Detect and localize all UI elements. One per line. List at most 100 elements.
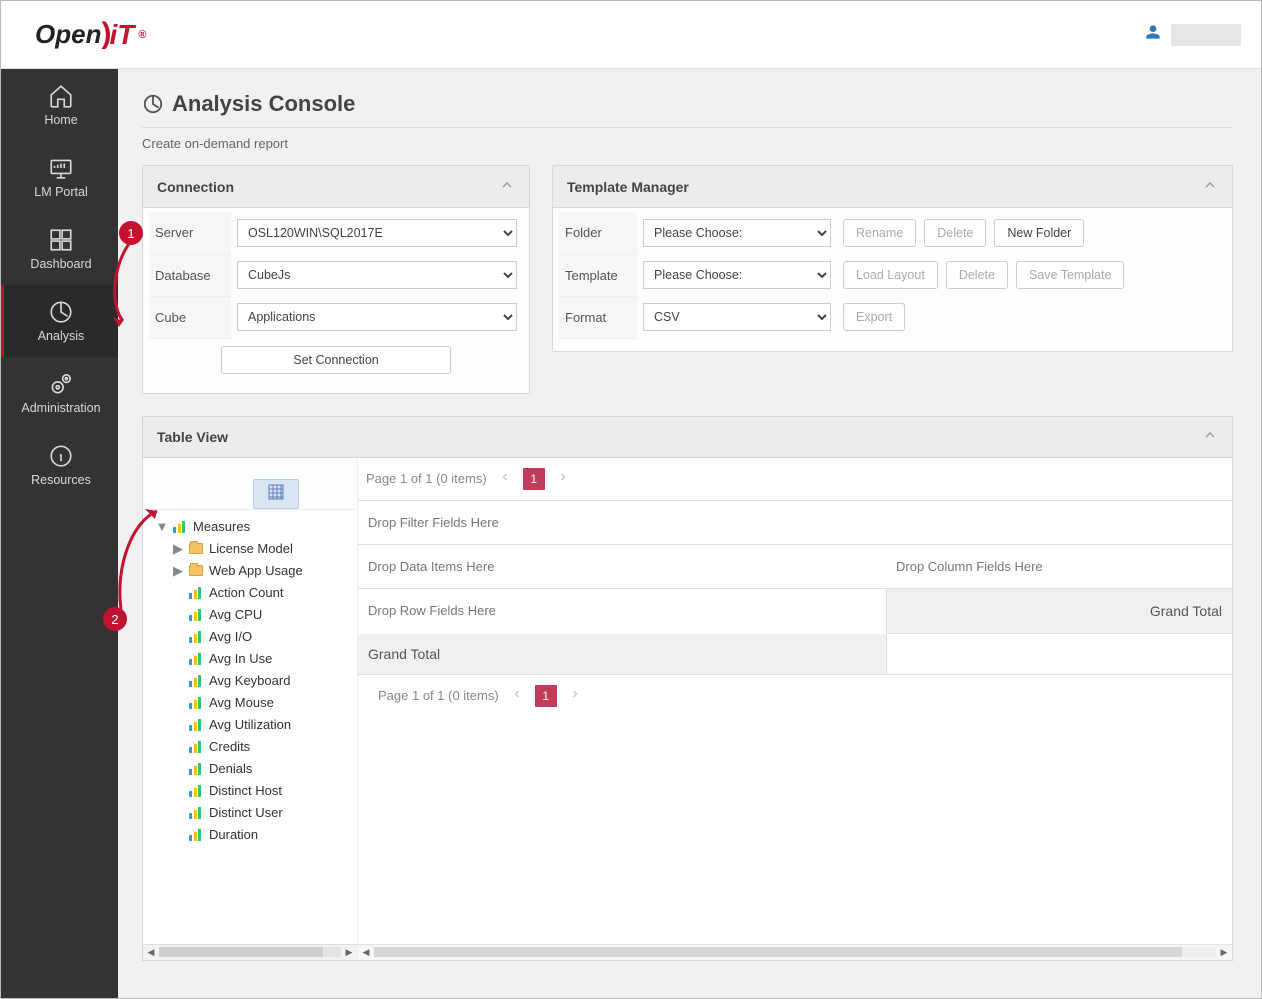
logo-open-text: Open: [35, 19, 101, 50]
template-delete-button[interactable]: Delete: [946, 261, 1008, 289]
info-icon: [48, 443, 74, 469]
save-template-button[interactable]: Save Template: [1016, 261, 1124, 289]
tree-leaf-credits[interactable]: Credits: [143, 736, 357, 758]
logo-arc-icon: ): [101, 17, 111, 51]
nav-lmportal[interactable]: LM Portal: [1, 141, 118, 213]
drop-row-zone[interactable]: Drop Row Fields Here: [358, 589, 886, 634]
template-select[interactable]: Please Choose:: [643, 261, 831, 289]
nav-home[interactable]: Home: [1, 69, 118, 141]
nav-analysis-label: Analysis: [38, 329, 85, 343]
template-label: Template: [559, 254, 637, 296]
expand-right-icon[interactable]: ▶: [173, 544, 183, 554]
tree-leaf-avg-cpu[interactable]: Avg CPU: [143, 604, 357, 626]
gear-icon: [48, 371, 74, 397]
format-select[interactable]: CSV: [643, 303, 831, 331]
tree-leaf-avg-io[interactable]: Avg I/O: [143, 626, 357, 648]
dashboard-icon: [48, 227, 74, 253]
monitor-icon: [48, 155, 74, 181]
page-subtitle: Create on-demand report: [142, 136, 1233, 151]
logo-it-text: iT: [109, 19, 134, 51]
pivot-horizontal-scrollbar[interactable]: ◀ ▶: [358, 944, 1232, 960]
analysis-title-icon: [142, 93, 164, 115]
pager-prev-icon[interactable]: [499, 471, 511, 486]
folder-select[interactable]: Please Choose:: [643, 219, 831, 247]
tree-leaf-avg-mouse[interactable]: Avg Mouse: [143, 692, 357, 714]
callout-badge-1: 1: [119, 221, 143, 245]
collapse-icon[interactable]: [1202, 427, 1218, 446]
user-icon[interactable]: [1145, 24, 1161, 45]
measure-icon: [189, 653, 203, 665]
template-manager-header: Template Manager: [567, 179, 689, 195]
nav-resources[interactable]: Resources: [1, 429, 118, 501]
folder-icon: [189, 565, 203, 576]
collapse-icon[interactable]: [1202, 177, 1218, 196]
scroll-left-icon[interactable]: ◀: [145, 946, 157, 958]
new-folder-button[interactable]: New Folder: [994, 219, 1084, 247]
format-label: Format: [559, 296, 637, 338]
drop-column-zone[interactable]: Drop Column Fields Here: [886, 545, 1232, 589]
pager-next-icon[interactable]: [569, 688, 581, 703]
server-select[interactable]: OSL120WIN\SQL2017E: [237, 219, 517, 247]
drop-data-zone[interactable]: Drop Data Items Here: [358, 545, 886, 589]
tree-leaf-avg-utilization[interactable]: Avg Utilization: [143, 714, 357, 736]
expand-right-icon[interactable]: ▶: [173, 566, 183, 576]
field-tree: ▼ Measures ▶ License Model ▶ Web: [143, 458, 358, 960]
measure-icon: [189, 697, 203, 709]
set-connection-button[interactable]: Set Connection: [221, 346, 451, 374]
nav-lmportal-label: LM Portal: [34, 185, 88, 199]
measure-icon: [189, 807, 203, 819]
scroll-right-icon[interactable]: ▶: [1218, 946, 1230, 958]
tree-horizontal-scrollbar[interactable]: ◀ ▶: [143, 944, 357, 960]
measure-icon: [189, 719, 203, 731]
pager-next-icon[interactable]: [557, 471, 569, 486]
folder-label: Folder: [559, 212, 637, 254]
pager-prev-icon[interactable]: [511, 688, 523, 703]
nav-administration[interactable]: Administration: [1, 357, 118, 429]
user-menu-placeholder[interactable]: [1171, 24, 1241, 46]
grid-icon: [268, 484, 284, 503]
export-button[interactable]: Export: [843, 303, 905, 331]
tree-leaf-duration[interactable]: Duration: [143, 824, 357, 846]
expand-down-icon[interactable]: ▼: [157, 522, 167, 532]
sidebar: Home LM Portal Dashboard Analysis Admini…: [1, 69, 118, 998]
cube-select[interactable]: Applications: [237, 303, 517, 331]
measure-icon: [189, 631, 203, 643]
cube-label: Cube: [149, 296, 231, 338]
tree-web-app-usage[interactable]: ▶ Web App Usage: [143, 560, 357, 582]
folder-icon: [189, 543, 203, 554]
measure-icon: [189, 829, 203, 841]
page-title: Analysis Console: [172, 91, 355, 117]
table-view-header: Table View: [157, 429, 228, 445]
pager-text-bottom: Page 1 of 1 (0 items): [378, 688, 499, 703]
tree-leaf-avg-in-use[interactable]: Avg In Use: [143, 648, 357, 670]
tree-leaf-denials[interactable]: Denials: [143, 758, 357, 780]
scroll-left-icon[interactable]: ◀: [360, 946, 372, 958]
pager-current-bottom[interactable]: 1: [535, 685, 557, 707]
measure-icon: [173, 521, 187, 533]
tree-measures[interactable]: ▼ Measures: [143, 516, 357, 538]
nav-dashboard-label: Dashboard: [30, 257, 91, 271]
tree-leaf-action-count[interactable]: Action Count: [143, 582, 357, 604]
nav-analysis[interactable]: Analysis: [1, 285, 118, 357]
pager-text-top: Page 1 of 1 (0 items): [366, 471, 487, 486]
drop-filter-zone[interactable]: Drop Filter Fields Here: [358, 500, 1232, 545]
load-layout-button[interactable]: Load Layout: [843, 261, 938, 289]
grand-total-column-header: Grand Total: [886, 589, 1232, 634]
nav-administration-label: Administration: [21, 401, 100, 415]
database-select[interactable]: CubeJs: [237, 261, 517, 289]
tree-license-model[interactable]: ▶ License Model: [143, 538, 357, 560]
folder-delete-button[interactable]: Delete: [924, 219, 986, 247]
collapse-icon[interactable]: [499, 177, 515, 196]
pager-current-top[interactable]: 1: [523, 468, 545, 490]
tree-leaf-distinct-user[interactable]: Distinct User: [143, 802, 357, 824]
tree-leaf-avg-keyboard[interactable]: Avg Keyboard: [143, 670, 357, 692]
measure-icon: [189, 741, 203, 753]
rename-button[interactable]: Rename: [843, 219, 916, 247]
measure-icon: [189, 587, 203, 599]
tree-tab-grid[interactable]: [253, 479, 299, 509]
nav-dashboard[interactable]: Dashboard: [1, 213, 118, 285]
tree-leaf-distinct-host[interactable]: Distinct Host: [143, 780, 357, 802]
callout-badge-2: 2: [103, 607, 127, 631]
connection-header: Connection: [157, 179, 234, 195]
scroll-right-icon[interactable]: ▶: [343, 946, 355, 958]
